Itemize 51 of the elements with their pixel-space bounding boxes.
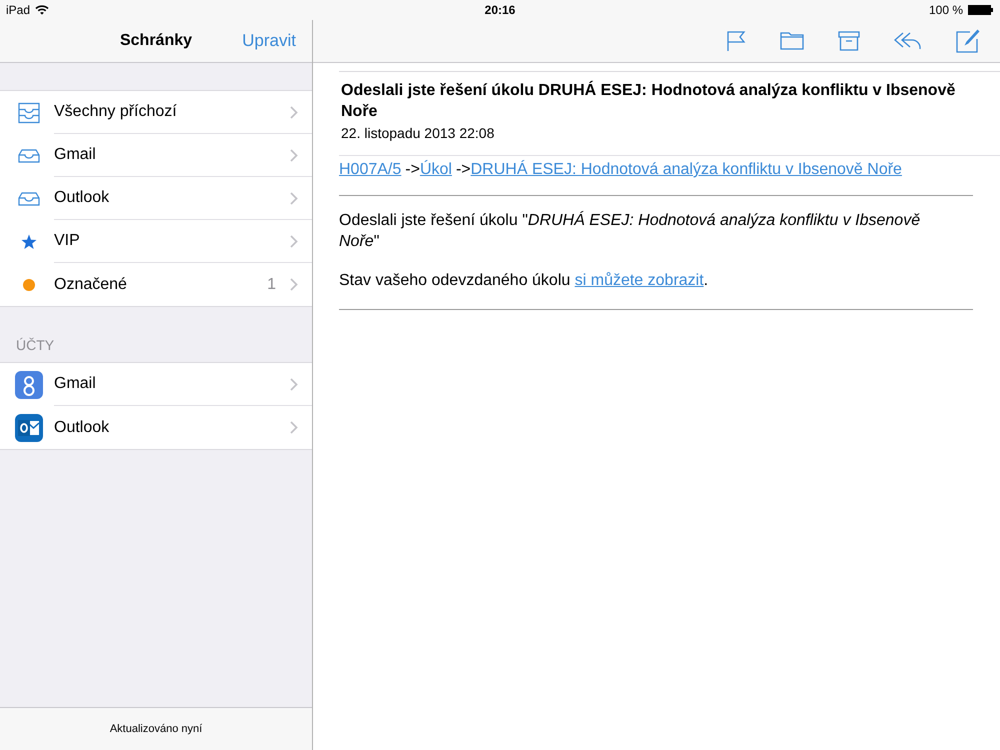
mailbox-label: Gmail bbox=[54, 146, 97, 164]
device-name: iPad bbox=[6, 3, 30, 17]
account-label: Outlook bbox=[54, 418, 110, 436]
update-status: Aktualizováno nyní bbox=[110, 723, 202, 735]
breadcrumb-link[interactable]: Úkol bbox=[420, 161, 452, 178]
account-row[interactable]: Gmail bbox=[0, 363, 312, 406]
chevron-icon bbox=[290, 106, 298, 118]
inbox-tray-icon bbox=[18, 192, 40, 206]
view-link[interactable]: si můžete zobrazit bbox=[574, 272, 704, 289]
chevron-icon bbox=[290, 278, 298, 291]
breadcrumb-separator: -> bbox=[405, 161, 420, 178]
envelope-app-icon bbox=[15, 414, 43, 442]
section-header: ÚČTY bbox=[16, 337, 54, 353]
letter-g-app-icon bbox=[15, 370, 43, 398]
mailbox-label: Outlook bbox=[54, 189, 110, 207]
status-sentence: Stav vašeho odevzdaného úkolu si můžete zobrazit. bbox=[339, 271, 710, 291]
chevron-icon bbox=[290, 234, 298, 248]
chevron-icon bbox=[290, 378, 298, 390]
mailbox-label: Označené bbox=[54, 276, 128, 294]
account-row[interactable]: Outlook bbox=[0, 406, 312, 449]
breadcrumb-link[interactable]: H007A/5 bbox=[339, 161, 402, 178]
mailbox-row[interactable]: Outlook bbox=[0, 177, 312, 220]
sidebar-title: Schránky bbox=[120, 32, 192, 50]
mailbox-row[interactable]: VIP bbox=[0, 220, 312, 263]
mailbox-label: VIP bbox=[54, 232, 81, 250]
mailbox-row[interactable]: Gmail bbox=[0, 134, 312, 177]
mailbox-row[interactable]: Označené 1 bbox=[0, 263, 312, 306]
chevron-icon bbox=[290, 192, 298, 204]
message-paragraph: Odeslali jste řešení úkolu "DRUHÁ ESEJ: Hodnotová analýza konfliktu v Ibsenově Noře" bbox=[339, 210, 922, 252]
flag-icon[interactable] bbox=[726, 30, 746, 52]
wifi-icon bbox=[35, 5, 50, 15]
star-icon bbox=[21, 234, 37, 250]
inbox-tray-icon bbox=[18, 148, 40, 162]
account-label: Gmail bbox=[54, 375, 97, 393]
breadcrumb-separator: -> bbox=[456, 161, 471, 178]
mailbox-row[interactable]: Všechny příchozí bbox=[0, 91, 312, 134]
clock-time: 20:16 bbox=[484, 3, 516, 17]
message-subject: Odeslali jste řešení úkolu DRUHÁ ESEJ: Hodnotová analýza konfliktu v Ibsenově Noře bbox=[341, 80, 956, 122]
chevron-icon bbox=[290, 148, 298, 162]
mailbox-label: Všechny příchozí bbox=[54, 103, 178, 121]
battery-icon bbox=[968, 5, 994, 15]
reply-all-icon[interactable] bbox=[894, 31, 922, 51]
unread-count: 1 bbox=[267, 276, 276, 294]
breadcrumb-link[interactable]: DRUHÁ ESEJ: Hodnotová analýza konfliktu v Ibsenově Noře bbox=[470, 161, 902, 178]
message-date: 22. listopadu 2013 22:08 bbox=[341, 125, 496, 141]
inbox-stack-icon bbox=[18, 102, 40, 124]
folder-icon[interactable] bbox=[780, 32, 804, 50]
compose-icon[interactable] bbox=[956, 29, 980, 53]
archive-box-icon[interactable] bbox=[838, 31, 860, 51]
battery-percent: 100 % bbox=[928, 3, 963, 17]
chevron-icon bbox=[290, 421, 298, 434]
